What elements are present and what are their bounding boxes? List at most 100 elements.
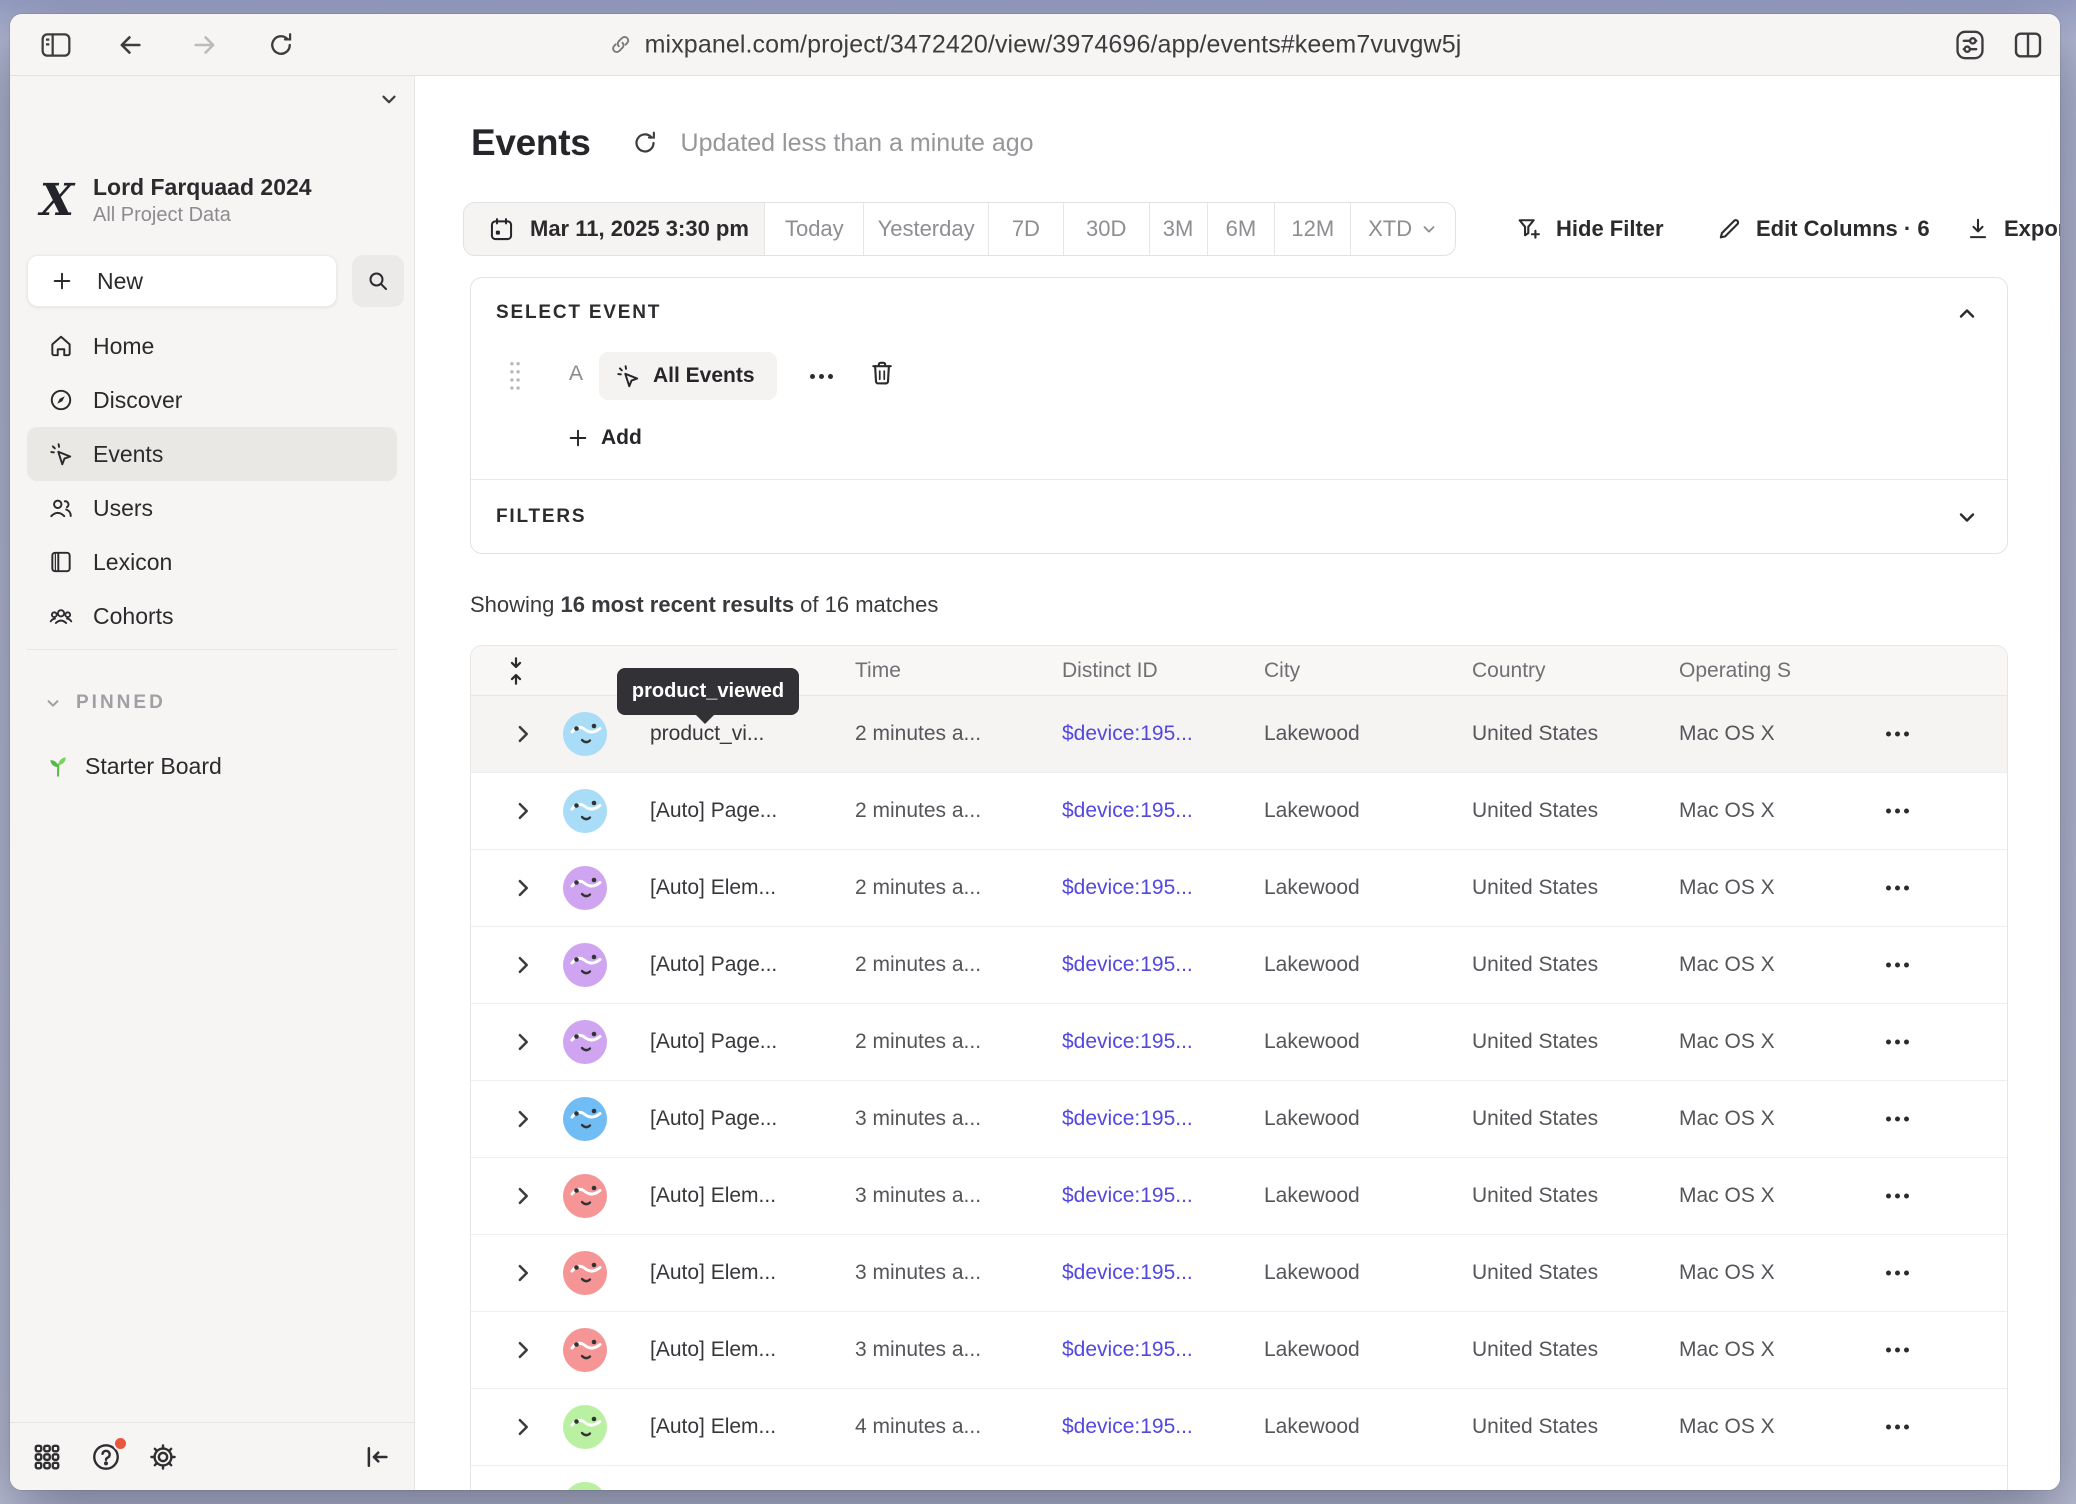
column-header-distinct-id[interactable]: Distinct ID	[1062, 659, 1158, 683]
collapse-rows-icon[interactable]	[505, 656, 527, 686]
sidebar-item-users[interactable]: Users	[27, 481, 397, 535]
app-grid-icon[interactable]	[32, 1442, 62, 1472]
range-label: Today	[785, 216, 844, 242]
cell-distinct-id[interactable]: $device:195...	[1062, 1030, 1193, 1054]
trash-icon[interactable]	[867, 358, 897, 388]
sidebar-item-starter-board[interactable]: Starter Board	[27, 740, 398, 792]
drag-handle-icon[interactable]	[507, 360, 523, 392]
chevron-down-icon[interactable]	[1955, 505, 1979, 529]
table-row[interactable]: [Auto] Elem... 3 minutes a... $device:19…	[471, 1158, 2007, 1235]
sidebar-item-cohorts[interactable]: Cohorts	[27, 589, 397, 643]
row-menu-button[interactable]	[1886, 1194, 1909, 1199]
sidebar-toggle-icon[interactable]	[40, 31, 72, 59]
range-30d[interactable]: 30D	[1063, 203, 1149, 255]
workspace-switcher[interactable]: X Lord Farquaad 2024 All Project Data	[37, 176, 397, 224]
cell-os: Mac OS X	[1679, 1107, 1799, 1131]
chevron-up-icon[interactable]	[1955, 302, 1979, 326]
address-bar[interactable]: mixpanel.com/project/3472420/view/397469…	[609, 30, 1462, 59]
cell-time: 3 minutes a...	[855, 1107, 981, 1131]
cell-time: 2 minutes a...	[855, 1030, 981, 1054]
table-row[interactable]: [Auto] Page... 3 minutes a... $device:19…	[471, 1081, 2007, 1158]
reload-icon[interactable]	[267, 31, 295, 59]
cell-distinct-id[interactable]: $device:195...	[1062, 1107, 1193, 1131]
table-row[interactable]: [Auto] Elem... 3 minutes a... $device:19…	[471, 1235, 2007, 1312]
help-icon[interactable]	[90, 1441, 122, 1473]
sidebar-item-home[interactable]: Home	[27, 319, 397, 373]
range-7d[interactable]: 7D	[988, 203, 1063, 255]
cell-distinct-id[interactable]: $device:195...	[1062, 876, 1193, 900]
cell-os: Mac OS X	[1679, 1415, 1799, 1439]
range-3m[interactable]: 3M	[1149, 203, 1207, 255]
expand-row-chevron-icon[interactable]	[515, 1186, 531, 1206]
cell-distinct-id[interactable]: $device:195...	[1062, 799, 1193, 823]
table-row[interactable]: [Auto] Page... 2 minutes a... $device:19…	[471, 1004, 2007, 1081]
edit-columns-button[interactable]: Edit Columns · 6	[1715, 202, 1930, 256]
row-menu-button[interactable]	[1886, 886, 1909, 891]
split-view-icon[interactable]	[2012, 30, 2044, 60]
add-event-button[interactable]: Add	[567, 426, 642, 450]
search-button[interactable]	[352, 255, 404, 307]
expand-row-chevron-icon[interactable]	[515, 801, 531, 821]
column-header-time[interactable]: Time	[855, 659, 901, 683]
cell-distinct-id[interactable]: $device:195...	[1062, 953, 1193, 977]
add-button-label: Add	[601, 426, 642, 450]
sidebar-item-events[interactable]: Events	[27, 427, 397, 481]
cell-event-name: [Auto] Elem...	[650, 876, 776, 900]
row-menu-button[interactable]	[1886, 963, 1909, 968]
table-row[interactable]: [Auto] Elem... 2 minutes a... $device:19…	[471, 850, 2007, 927]
column-header-operating-system[interactable]: Operating S	[1679, 659, 1799, 683]
cell-distinct-id[interactable]: $device:195...	[1062, 1338, 1193, 1362]
expand-row-chevron-icon[interactable]	[515, 1109, 531, 1129]
pinned-item-label: Starter Board	[85, 753, 222, 780]
expand-row-chevron-icon[interactable]	[515, 1417, 531, 1437]
row-menu-button[interactable]	[1886, 1040, 1909, 1045]
cell-distinct-id[interactable]: $device:195...	[1062, 1415, 1193, 1439]
range-xtd[interactable]: XTD	[1350, 203, 1455, 255]
date-picker[interactable]: Mar 11, 2025 3:30 pm	[464, 203, 764, 255]
table-row[interactable]: [Auto] Elem... 3 minutes a... $device:19…	[471, 1312, 2007, 1389]
event-selector-chip[interactable]: All Events	[599, 352, 777, 400]
table-row[interactable]: [Auto] Page... 2 minutes a... $device:19…	[471, 927, 2007, 1004]
expand-row-chevron-icon[interactable]	[515, 724, 531, 744]
table-row[interactable]: [Auto] Page... 2 minutes a... $device:19…	[471, 773, 2007, 850]
row-menu-button[interactable]	[1886, 1117, 1909, 1122]
range-6m[interactable]: 6M	[1207, 203, 1275, 255]
table-row[interactable]: [Auto] Elem... 4 minutes a... $device:19…	[471, 1466, 2007, 1490]
row-avatar	[563, 1097, 607, 1141]
expand-row-chevron-icon[interactable]	[515, 1263, 531, 1283]
row-menu-button[interactable]	[1886, 809, 1909, 814]
range-12m[interactable]: 12M	[1274, 203, 1350, 255]
sidebar-item-discover[interactable]: Discover	[27, 373, 397, 427]
collapse-sidebar-icon[interactable]	[362, 1442, 392, 1472]
gear-icon[interactable]	[147, 1441, 179, 1473]
expand-row-chevron-icon[interactable]	[515, 955, 531, 975]
cell-event-name: [Auto] Elem...	[650, 1415, 776, 1439]
export-button[interactable]: Export	[1965, 202, 2060, 256]
cell-distinct-id[interactable]: $device:195...	[1062, 722, 1193, 746]
workspace-chevron-down-icon[interactable]	[378, 88, 400, 110]
new-button[interactable]: New	[27, 255, 337, 307]
cell-distinct-id[interactable]: $device:195...	[1062, 1261, 1193, 1285]
hide-filter-button[interactable]: Hide Filter	[1515, 202, 1664, 256]
cell-event-name: [Auto] Page...	[650, 799, 777, 823]
range-yesterday[interactable]: Yesterday	[863, 203, 988, 255]
event-row-more-button[interactable]	[801, 360, 841, 392]
cell-distinct-id[interactable]: $device:195...	[1062, 1184, 1193, 1208]
row-menu-button[interactable]	[1886, 1271, 1909, 1276]
page-settings-icon[interactable]	[1952, 28, 1988, 62]
back-icon[interactable]	[116, 32, 144, 58]
range-today[interactable]: Today	[764, 203, 863, 255]
expand-row-chevron-icon[interactable]	[515, 1340, 531, 1360]
refresh-icon[interactable]	[631, 129, 659, 157]
expand-row-chevron-icon[interactable]	[515, 1032, 531, 1052]
expand-row-chevron-icon[interactable]	[515, 878, 531, 898]
column-header-country[interactable]: Country	[1472, 659, 1546, 683]
row-menu-button[interactable]	[1886, 1348, 1909, 1353]
table-row[interactable]: [Auto] Elem... 4 minutes a... $device:19…	[471, 1389, 2007, 1466]
sidebar-item-lexicon[interactable]: Lexicon	[27, 535, 397, 589]
column-header-city[interactable]: City	[1264, 659, 1300, 683]
pinned-section-toggle[interactable]: PINNED	[44, 692, 166, 714]
row-menu-button[interactable]	[1886, 1425, 1909, 1430]
cell-time: 2 minutes a...	[855, 876, 981, 900]
row-menu-button[interactable]	[1886, 732, 1909, 737]
